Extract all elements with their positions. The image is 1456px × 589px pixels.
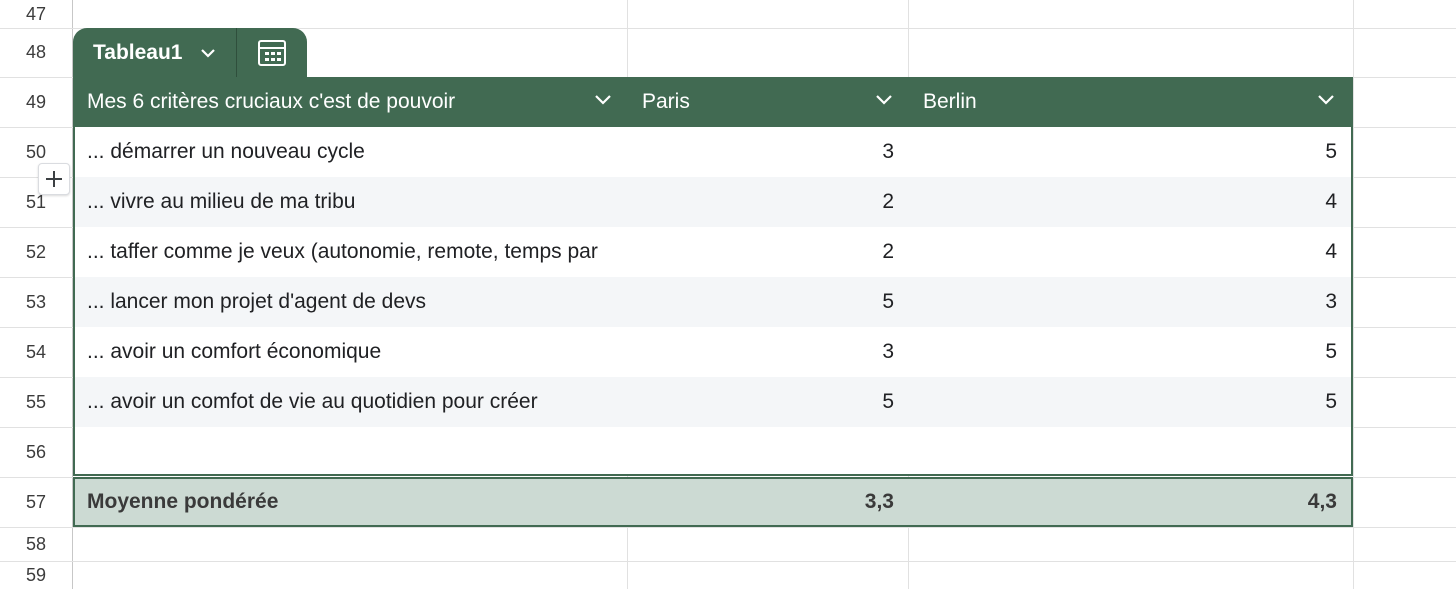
calculator-icon <box>258 40 286 66</box>
row-number[interactable]: 59 <box>0 561 72 589</box>
berlin-cell[interactable]: 4 <box>909 227 1337 277</box>
row-number[interactable]: 48 <box>0 28 72 77</box>
table-row-empty[interactable] <box>75 427 1351 477</box>
paris-cell[interactable]: 2 <box>628 227 894 277</box>
table-footer-row: Moyenne pondérée 3,3 4,3 <box>73 477 1353 527</box>
column-header-label: Mes 6 critères cruciaux c'est de pouvoir <box>87 90 456 113</box>
chevron-down-icon[interactable] <box>594 94 612 106</box>
grid-row-line <box>0 527 1456 528</box>
table-row: ... lancer mon projet d'agent de devs 5 3 <box>75 277 1351 327</box>
table-row: ... avoir un comfort économique 3 5 <box>75 327 1351 377</box>
table-header-row: Mes 6 critères cruciaux c'est de pouvoir… <box>75 77 1351 127</box>
table-row: ... taffer comme je veux (autonomie, rem… <box>75 227 1351 277</box>
column-header-label: Paris <box>642 90 690 113</box>
row-number[interactable]: 49 <box>0 77 72 127</box>
criterion-cell[interactable]: ... taffer comme je veux (autonomie, rem… <box>87 227 627 277</box>
paris-cell[interactable]: 2 <box>628 177 894 227</box>
paris-cell[interactable]: 3 <box>628 127 894 177</box>
table-row: ... avoir un comfot de vie au quotidien … <box>75 377 1351 427</box>
row-number[interactable]: 54 <box>0 327 72 377</box>
footer-label[interactable]: Moyenne pondérée <box>87 479 627 525</box>
criterion-cell[interactable]: ... démarrer un nouveau cycle <box>87 127 627 177</box>
berlin-cell[interactable]: 3 <box>909 277 1337 327</box>
chevron-down-icon <box>201 49 216 58</box>
row-number[interactable]: 56 <box>0 427 72 477</box>
row-number[interactable]: 52 <box>0 227 72 277</box>
plus-icon <box>46 171 62 187</box>
paris-cell[interactable]: 5 <box>628 377 894 427</box>
berlin-cell[interactable]: 5 <box>909 377 1337 427</box>
paris-cell[interactable]: 5 <box>628 277 894 327</box>
data-table: Mes 6 critères cruciaux c'est de pouvoir… <box>73 77 1353 476</box>
berlin-cell[interactable]: 5 <box>909 327 1337 377</box>
row-number[interactable]: 58 <box>0 527 72 561</box>
chevron-down-icon[interactable] <box>875 94 893 106</box>
row-number[interactable]: 57 <box>0 477 72 527</box>
column-header-berlin[interactable]: Berlin <box>909 77 1351 127</box>
row-number[interactable]: 55 <box>0 377 72 427</box>
add-row-button[interactable] <box>38 163 70 195</box>
table-name: Tableau1 <box>93 41 183 64</box>
berlin-cell[interactable]: 4 <box>909 177 1337 227</box>
criterion-cell[interactable]: ... avoir un comfort économique <box>87 327 627 377</box>
criterion-cell[interactable]: ... vivre au milieu de ma tribu <box>87 177 627 227</box>
paris-cell[interactable]: 3 <box>628 327 894 377</box>
table-row: ... démarrer un nouveau cycle 3 5 <box>75 127 1351 177</box>
table-tab[interactable]: Tableau1 <box>73 28 307 78</box>
berlin-cell[interactable]: 5 <box>909 127 1337 177</box>
chevron-down-icon[interactable] <box>1317 94 1335 106</box>
grid-column-line <box>1353 0 1354 589</box>
criterion-cell[interactable]: ... avoir un comfot de vie au quotidien … <box>87 377 627 427</box>
row-number[interactable]: 53 <box>0 277 72 327</box>
row-number[interactable]: 47 <box>0 0 72 28</box>
criterion-cell[interactable]: ... lancer mon projet d'agent de devs <box>87 277 627 327</box>
grid-row-line <box>0 561 1456 562</box>
table-name-dropdown[interactable]: Tableau1 <box>73 28 237 78</box>
table-calc-button[interactable] <box>237 28 307 78</box>
column-header-criteria[interactable]: Mes 6 critères cruciaux c'est de pouvoir <box>75 77 628 127</box>
table-row: ... vivre au milieu de ma tribu 2 4 <box>75 177 1351 227</box>
footer-berlin-value[interactable]: 4,3 <box>909 479 1337 525</box>
column-header-paris[interactable]: Paris <box>628 77 909 127</box>
footer-paris-value[interactable]: 3,3 <box>628 479 894 525</box>
column-header-label: Berlin <box>923 90 977 113</box>
